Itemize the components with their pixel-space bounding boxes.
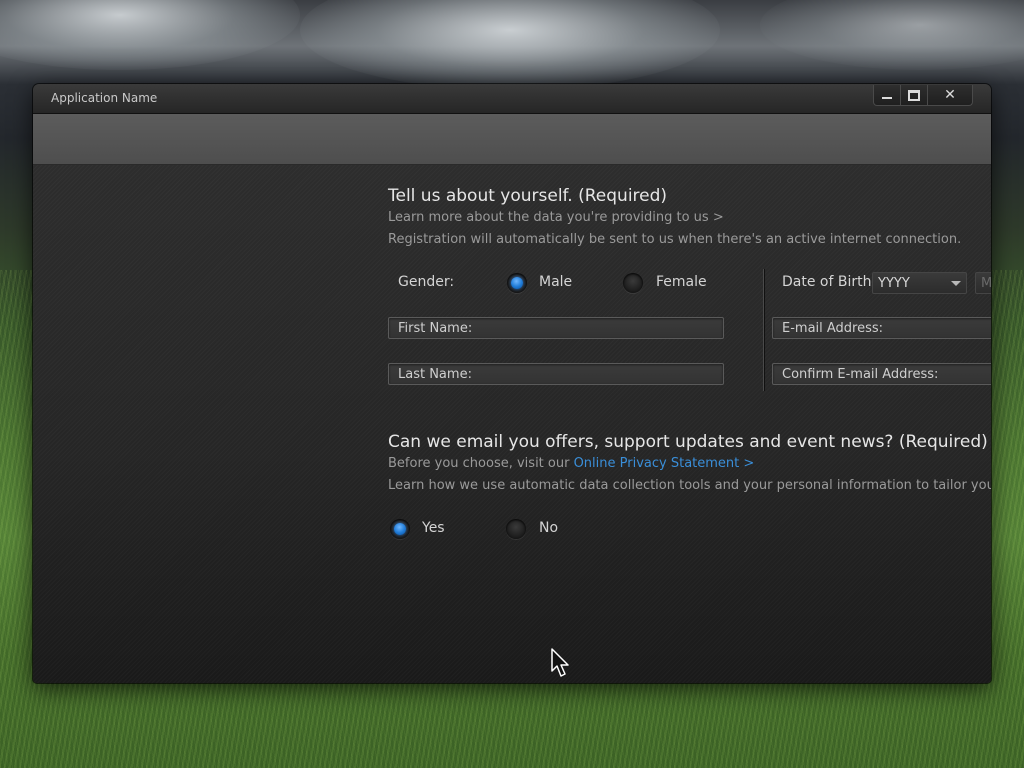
cloud <box>0 0 300 70</box>
data-collection-note: Learn how we use automatic data collecti… <box>388 478 991 493</box>
privacy-before-text: Before you choose, visit our <box>388 456 574 471</box>
first-name-field[interactable]: First Name: <box>388 317 724 339</box>
window-title: Application Name <box>51 91 158 105</box>
registration-note: Registration will automatically be sent … <box>388 232 962 247</box>
section-heading-email: Can we email you offers, support updates… <box>388 432 988 452</box>
email-yes-label[interactable]: Yes <box>422 520 445 536</box>
privacy-line: Before you choose, visit our Online Priv… <box>388 456 754 471</box>
dob-month-select[interactable]: MM <box>975 272 991 294</box>
minimize-button[interactable] <box>874 85 900 105</box>
gender-male-label[interactable]: Male <box>539 274 572 290</box>
learn-more-link[interactable]: Learn more about the data you're providi… <box>388 210 724 225</box>
first-name-label: First Name: <box>398 321 473 336</box>
close-button[interactable]: ✕ <box>927 85 972 105</box>
toolbar <box>33 114 991 165</box>
application-window: Application Name ✕ Tell us about yoursel… <box>33 84 991 683</box>
column-divider <box>763 269 764 391</box>
confirm-email-field[interactable]: Confirm E-mail Address: <box>772 363 991 385</box>
close-icon: ✕ <box>944 87 956 103</box>
registration-form: Tell us about yourself. (Required) Learn… <box>388 165 991 683</box>
content-area: Tell us about yourself. (Required) Learn… <box>33 165 991 683</box>
gender-female-radio[interactable] <box>623 273 643 293</box>
dob-year-value: YYYY <box>878 276 910 291</box>
last-name-field[interactable]: Last Name: <box>388 363 724 385</box>
email-no-label[interactable]: No <box>539 520 558 536</box>
last-name-label: Last Name: <box>398 367 472 382</box>
privacy-statement-link[interactable]: Online Privacy Statement > <box>574 456 755 471</box>
section-heading-about: Tell us about yourself. (Required) <box>388 186 668 206</box>
gender-male-radio[interactable] <box>507 273 527 293</box>
gender-label: Gender: <box>398 274 455 290</box>
cloud <box>760 0 1024 70</box>
dob-label: Date of Birth: <box>782 274 877 290</box>
title-bar[interactable]: Application Name ✕ <box>33 84 991 114</box>
desktop-background: Application Name ✕ Tell us about yoursel… <box>0 0 1024 768</box>
email-label: E-mail Address: <box>782 321 884 336</box>
maximize-button[interactable] <box>900 85 927 105</box>
cloud <box>300 0 720 90</box>
email-yes-radio[interactable] <box>390 519 410 539</box>
email-field[interactable]: E-mail Address: <box>772 317 991 339</box>
mouse-pointer-icon <box>551 648 569 677</box>
chevron-down-icon <box>951 281 961 286</box>
maximize-icon <box>908 89 920 101</box>
minimize-icon <box>882 97 892 99</box>
gender-female-label[interactable]: Female <box>656 274 707 290</box>
dob-year-select[interactable]: YYYY <box>872 272 967 294</box>
email-no-radio[interactable] <box>506 519 526 539</box>
window-controls: ✕ <box>873 85 973 106</box>
confirm-email-label: Confirm E-mail Address: <box>782 367 939 382</box>
dob-month-value: MM <box>981 276 991 291</box>
